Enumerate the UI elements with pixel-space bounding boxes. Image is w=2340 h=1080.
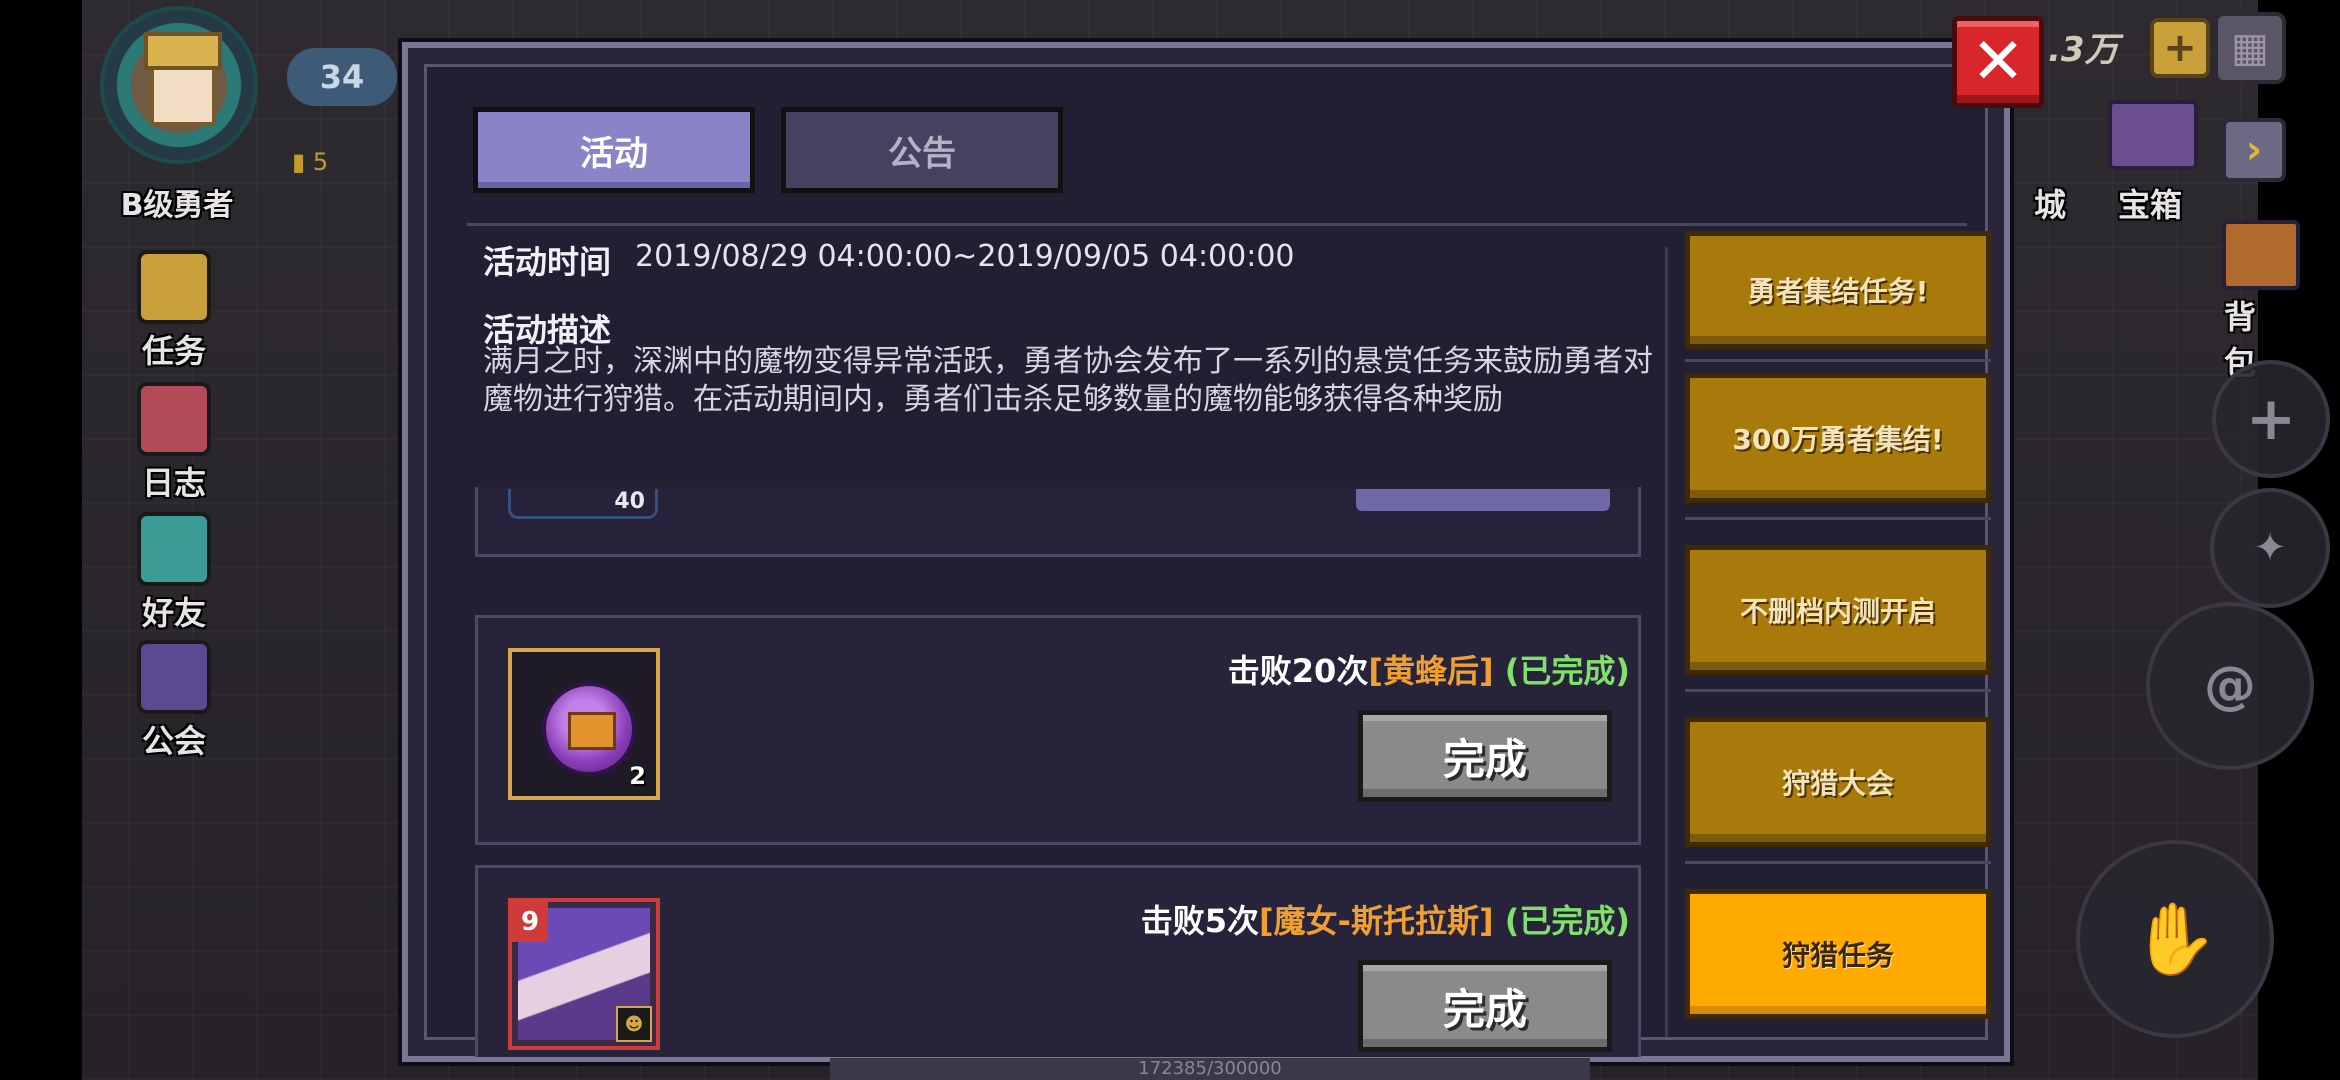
treasure-chest-label[interactable]: 宝箱	[2118, 180, 2182, 226]
journal-icon	[137, 382, 211, 456]
reward-slot[interactable]: 2	[508, 648, 660, 800]
dialog-panel: 活动 公告 活动时间 2019/08/29 04:00:00~2019/09/0…	[424, 64, 1991, 1057]
quest-target: [魔女-斯托拉斯]	[1259, 902, 1494, 940]
sidebar-item-label: 日志	[141, 464, 206, 502]
attack-hand-icon[interactable]: ✋	[2076, 840, 2274, 1038]
event-dialog: 活动 公告 活动时间 2019/08/29 04:00:00~2019/09/0…	[402, 42, 2010, 1062]
quest-status: (已完成)	[1504, 652, 1630, 690]
list-item: 40	[475, 487, 1641, 557]
list-item: 2 击败20次[黄蜂后] (已完成) 完成	[475, 615, 1641, 845]
event-description-text: 满月之时，深渊中的魔物变得异常活跃，勇者协会发布了一系列的悬赏任务来鼓励勇者对魔…	[483, 344, 1653, 417]
city-label[interactable]: 城	[2034, 180, 2066, 226]
treasure-chest-icon[interactable]	[2108, 100, 2198, 170]
quest-target: [黄蜂后]	[1368, 652, 1494, 690]
divider	[1685, 359, 1991, 362]
skill-icon[interactable]: ✦	[2210, 488, 2330, 608]
exclamation-icon	[137, 250, 211, 324]
player-rank: B级勇者	[120, 188, 234, 223]
close-button[interactable]: ✕	[1952, 16, 2044, 108]
sidebar-item-friends[interactable]: 好友	[114, 512, 234, 634]
player-avatar[interactable]	[100, 6, 258, 164]
mini-stat-icons: ▮ 5	[292, 148, 329, 176]
backpack-icon[interactable]	[2222, 220, 2300, 290]
complete-button[interactable]: 完成	[1358, 960, 1612, 1052]
swirl-skill-icon[interactable]: @	[2146, 602, 2314, 770]
guild-banner-icon	[137, 640, 211, 714]
monster-emblem-icon: ☻	[616, 1006, 652, 1042]
event-time-label: 活动时间	[483, 243, 612, 281]
sidebar-item-journal[interactable]: 日志	[114, 382, 234, 504]
divider	[1685, 517, 1991, 520]
event-tab-hunting-quest[interactable]: 狩猎任务	[1685, 889, 1991, 1019]
sidebar-item-label: 任务	[141, 332, 206, 370]
event-tab-hero-assembly[interactable]: 勇者集结任务!	[1685, 231, 1991, 349]
mini-stat-count: 5	[312, 148, 329, 176]
event-tab-hunting-contest[interactable]: 狩猎大会	[1685, 717, 1991, 847]
arrow-right-icon[interactable]: ›	[2222, 118, 2286, 182]
reward-count: 40	[508, 489, 658, 519]
quest-status: (已完成)	[1504, 902, 1630, 940]
divider	[1685, 861, 1991, 864]
letterbox-left	[0, 0, 82, 1080]
reward-level: 9	[512, 902, 548, 942]
quest-list[interactable]: 40 2 击败20次[黄蜂后] (已完成) 完成 9 ☻ 击败5次[魔女-斯托拉…	[475, 487, 1645, 1057]
sidebar-item-tasks[interactable]: 任务	[114, 250, 234, 372]
sidebar-item-label: 公会	[141, 722, 206, 760]
left-hud: 34 ▮ 5 B级勇者 任务 日志 好友 公会	[82, 0, 397, 1080]
divider	[1685, 689, 1991, 692]
progress-bar-label: 172385/300000	[830, 1058, 1590, 1080]
event-time-value: 2019/08/29 04:00:00~2019/09/05 04:00:00	[635, 239, 1295, 274]
treasure-chest-orb-icon	[542, 682, 636, 776]
menu-grid-icon[interactable]: ▦	[2214, 12, 2286, 84]
quest-description: 击败5次[魔女-斯托拉斯] (已完成)	[1141, 896, 1630, 942]
quest-prefix: 击败5次	[1140, 902, 1260, 940]
complete-button[interactable]: 完成	[1358, 710, 1612, 802]
claim-button[interactable]	[1356, 489, 1610, 511]
tab-announcements[interactable]: 公告	[781, 107, 1063, 193]
currency-amount: .3万	[2048, 30, 2119, 70]
avatar-helmet	[144, 32, 222, 70]
reward-slot[interactable]: 9 ☻	[508, 898, 660, 1050]
event-tab-3m-heroes[interactable]: 300万勇者集结!	[1685, 373, 1991, 503]
list-item: 9 ☻ 击败5次[魔女-斯托拉斯] (已完成) 完成	[475, 865, 1641, 1057]
event-category-list: 勇者集结任务! 300万勇者集结! 不删档内测开启 狩猎大会 狩猎任务	[1685, 231, 1995, 1053]
add-currency-button[interactable]: +	[2150, 18, 2210, 78]
vertical-divider	[1665, 247, 1668, 1037]
sidebar-item-guild[interactable]: 公会	[114, 640, 234, 762]
tab-events[interactable]: 活动	[473, 107, 755, 193]
event-tab-beta-launch[interactable]: 不删档内测开启	[1685, 545, 1991, 675]
quest-prefix: 击败20次	[1227, 652, 1369, 690]
friend-icon	[137, 512, 211, 586]
player-level-badge: 34	[287, 48, 397, 106]
content-divider	[467, 223, 1967, 226]
right-hud: .3万 + ▦ 城 宝箱 › 背包 + ✦ @ ✋	[2000, 0, 2330, 1080]
quest-description: 击败20次[黄蜂后] (已完成)	[1228, 646, 1630, 692]
plus-icon[interactable]: +	[2212, 360, 2330, 478]
sidebar-item-label: 好友	[141, 594, 206, 632]
chest-icon	[568, 712, 616, 750]
reward-count: 2	[629, 762, 646, 790]
